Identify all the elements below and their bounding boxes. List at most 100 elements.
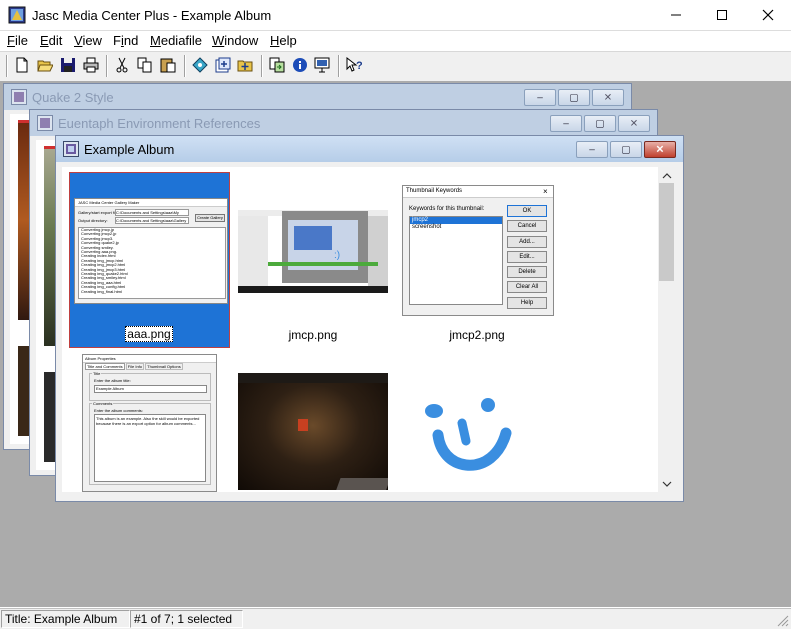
info-button[interactable] [290,55,310,75]
save-icon [61,58,75,72]
thumbnail-text: OK [507,205,547,217]
thumbnail-image[interactable] [414,393,524,473]
child-minimize-button[interactable]: – [550,115,582,132]
album-icon [11,89,27,105]
menu-window[interactable]: Window [212,33,258,48]
copy-icon [137,57,152,73]
child-maximize-button[interactable]: ▢ [558,89,590,106]
new-button[interactable] [12,55,32,75]
child-close-button[interactable]: ✕ [644,141,676,158]
maximize-icon [717,10,727,20]
thumbnail-caption[interactable]: aaa.png [69,326,229,342]
thumbnail-image[interactable]: JASC Media Center Gallery Maker Gallery/… [74,198,228,304]
close-button[interactable] [745,0,791,30]
thumbnail-text: Output directory: [78,218,108,223]
print-button[interactable] [81,55,101,75]
thumbnail-text: This album is an example. Also the skill… [94,414,206,482]
maximize-icon: ▢ [595,118,605,129]
child-close-button[interactable]: ✕ [592,89,624,106]
thumbnail-text: Delete [507,266,547,278]
scroll-up-button[interactable] [658,168,675,183]
paste-button[interactable] [158,55,178,75]
menu-file[interactable]: File [7,33,28,48]
thumbnail-text: Example Album [94,385,207,393]
minimize-icon: – [537,92,543,103]
cut-button[interactable] [112,55,132,75]
thumbnail-image[interactable]: Album Properties Title and Comments File… [82,354,217,492]
menu-help[interactable]: Help [270,33,297,48]
find-button[interactable] [190,55,210,75]
window-title-bar[interactable]: Example Album – ▢ ✕ [56,136,683,162]
menu-view[interactable]: View [74,33,102,48]
thumbnail-text: Add... [507,236,547,248]
scroll-thumb[interactable] [659,183,674,281]
thumbnail-text: Clear All [507,281,547,293]
thumbnail-text: C:\Documents and Settings\aaa\My Documen… [115,209,189,216]
thumbnail-text: File Info [125,363,145,370]
thumbnail-image[interactable]: Thumbnail Keywords × Keywords for this t… [402,185,554,316]
scroll-down-button[interactable] [658,476,675,491]
paste-icon [160,58,176,73]
context-help-button[interactable]: ? [344,55,364,75]
minimize-button[interactable] [653,0,699,30]
child-minimize-button[interactable]: – [576,141,608,158]
close-icon: ✕ [603,92,613,103]
thumbnail-caption[interactable]: jmcp.png [233,328,393,342]
album-icon [63,141,79,157]
thumbnail-dialog-title: JASC Media Center Gallery Maker [75,199,227,207]
window-title-bar[interactable]: Euentaph Environment References – ▢ ✕ [30,110,657,136]
close-icon: ✕ [655,144,665,155]
status-selection-count: #1 of 7; 1 selected [130,610,243,628]
import-button[interactable] [267,55,287,75]
window-title: Quake 2 Style [32,90,114,105]
open-button[interactable] [35,55,55,75]
new-icon [16,57,28,73]
add-album-button[interactable] [213,55,233,75]
slideshow-button[interactable] [312,55,332,75]
import-icon [269,57,285,73]
toolbar-separator [184,55,185,77]
resize-grip-icon[interactable] [775,613,789,627]
add-file-icon [237,60,253,72]
menu-edit[interactable]: Edit [40,33,62,48]
child-minimize-button[interactable]: – [524,89,556,106]
thumbnail-caption[interactable]: jmcp2.png [397,328,557,342]
thumbnail-log: Converting jmcp.jp Converting jmcp2.jp Con… [78,227,226,299]
window-title: Euentaph Environment References [58,116,261,131]
thumbnail-caption-text: aaa.png [125,326,173,342]
open-icon [37,60,53,72]
child-maximize-button[interactable]: ▢ [584,115,616,132]
thumbnail-text: C:\Documents and Settings\aaa\Gallery [115,217,189,224]
slideshow-icon [314,57,330,73]
chevron-down-icon [662,481,671,487]
thumbnail-grid[interactable]: JASC Media Center Gallery Maker Gallery/… [62,167,658,492]
menu-find[interactable]: Find [113,33,138,48]
thumbnail-text: Edit... [507,251,547,263]
maximize-button[interactable] [699,0,745,30]
thumbnail-dialog-title: Thumbnail Keywords [403,186,553,198]
close-icon [762,9,774,21]
thumbnail-image[interactable]: :) [238,210,388,293]
child-close-button[interactable]: ✕ [618,115,650,132]
maximize-icon: ▢ [621,144,631,155]
thumbnail-text: jmcp2 [410,217,502,224]
window-title: Example Album [84,142,175,157]
add-album-icon [215,57,231,73]
thumbnail-text: Comments [92,401,114,406]
svg-text:?: ? [356,60,362,72]
thumbnail-text: Help [507,297,547,309]
child-maximize-button[interactable]: ▢ [610,141,642,158]
copy-button[interactable] [135,55,155,75]
save-button[interactable] [58,55,78,75]
app-title: Jasc Media Center Plus - Example Album [32,8,272,23]
toolbar-separator [106,55,107,77]
window-title-bar[interactable]: Quake 2 Style – ▢ ✕ [4,84,631,110]
thumbnail-text: Enter the album comments: [94,408,143,413]
close-icon: ✕ [629,118,639,129]
thumbnail-text: Title and Comments [85,363,125,370]
add-file-button[interactable] [235,55,255,75]
thumbnail-image[interactable] [238,373,388,490]
thumbnail-text: Enter the album title: [94,378,131,383]
thumbnail-text: Gallery/start export file: [78,210,120,215]
menu-mediafile[interactable]: Mediafile [150,33,202,48]
